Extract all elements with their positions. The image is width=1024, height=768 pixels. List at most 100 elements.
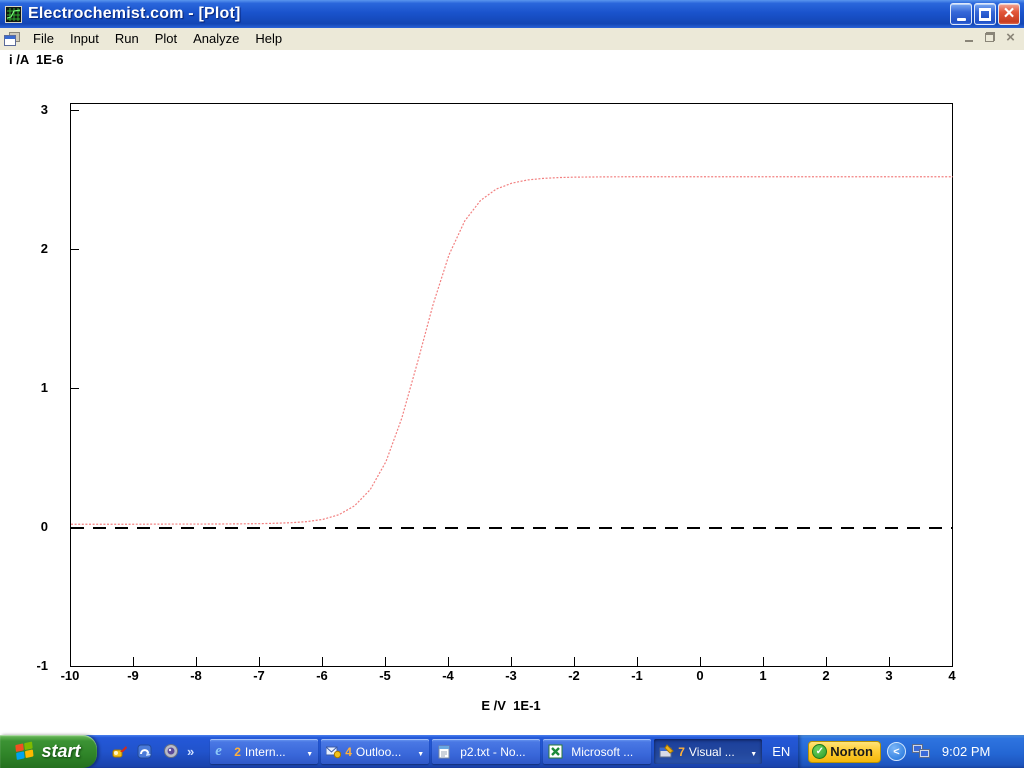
x-tick-label: -9 [127, 668, 139, 683]
windows-logo-icon [16, 741, 36, 762]
menu-bar: File Input Run Plot Analyze Help [0, 28, 1024, 50]
taskbar: start » e 2 Intern [0, 735, 1024, 768]
x-tick-mark [637, 657, 638, 666]
mdi-close-button[interactable] [1003, 30, 1018, 44]
y-tick-mark [71, 249, 79, 250]
y-tick-label: 2 [18, 241, 48, 256]
menu-file[interactable]: File [25, 29, 62, 49]
minimize-icon [965, 40, 973, 42]
restore-icon [985, 32, 995, 42]
menu-analyze[interactable]: Analyze [185, 29, 247, 49]
voltammogram-curve [70, 103, 953, 667]
taskbar-button-label: Outloo... [356, 745, 414, 759]
restore-icon [979, 9, 991, 20]
start-label: start [41, 741, 80, 762]
outlook-icon [326, 744, 341, 759]
visual-basic-icon [659, 744, 674, 759]
taskbar-button-notepad[interactable]: p2.txt - No... [432, 739, 540, 764]
x-tick-mark [133, 657, 134, 666]
x-tick-label: 0 [696, 668, 703, 683]
system-tray: ✓ Norton < 9:02 PM [798, 735, 1024, 768]
desktop-screen: Electrochemist.com - [Plot] File Input R… [0, 0, 1024, 768]
x-tick-label: -4 [442, 668, 454, 683]
quick-launch-bar: » [111, 743, 194, 760]
y-tick-mark [71, 388, 79, 389]
mdi-minimize-button[interactable] [961, 30, 976, 44]
group-count: 7 [678, 745, 685, 759]
taskbar-button-visual-group-active[interactable]: 7 Visual ... [654, 739, 762, 764]
minimize-button[interactable] [950, 3, 972, 25]
menu-run[interactable]: Run [107, 29, 147, 49]
menu-help[interactable]: Help [247, 29, 290, 49]
taskbar-button-label: Microsoft ... [571, 745, 646, 759]
close-button[interactable] [998, 3, 1020, 25]
x-tick-label: -2 [568, 668, 580, 683]
quick-launch-overflow-chevron-icon[interactable]: » [187, 744, 194, 759]
taskbar-button-label: Visual ... [689, 745, 747, 759]
taskbar-clock[interactable]: 9:02 PM [942, 744, 990, 759]
messenger-icon[interactable] [137, 743, 154, 760]
mdi-window-controls [961, 30, 1018, 44]
x-tick-label: -6 [316, 668, 328, 683]
language-indicator[interactable]: EN [772, 744, 790, 759]
x-tick-mark [511, 657, 512, 666]
x-tick-label: -3 [505, 668, 517, 683]
minimize-icon [957, 18, 966, 21]
dropdown-chevron-icon [417, 745, 424, 759]
task-buttons: e 2 Intern... 4 Outloo... [210, 739, 762, 764]
dropdown-chevron-icon [306, 745, 313, 759]
title-bar: Electrochemist.com - [Plot] [0, 0, 1024, 28]
window-title: Electrochemist.com - [Plot] [28, 5, 241, 23]
x-tick-mark [889, 657, 890, 666]
zero-current-dashed-line [71, 527, 952, 529]
x-tick-label: -1 [631, 668, 643, 683]
mdi-child-window-icon[interactable] [4, 32, 21, 47]
close-icon [1003, 4, 1014, 24]
x-tick-label: -10 [61, 668, 80, 683]
x-tick-label: -7 [253, 668, 265, 683]
start-button[interactable]: start [0, 735, 97, 768]
norton-label: Norton [830, 744, 873, 759]
tray-collapse-chevron-icon[interactable]: < [887, 742, 906, 761]
group-count: 4 [345, 745, 352, 759]
network-icon[interactable] [912, 744, 932, 760]
group-count: 2 [234, 745, 241, 759]
dropdown-chevron-icon [750, 745, 757, 759]
close-icon [1006, 30, 1015, 45]
x-tick-label: 2 [822, 668, 829, 683]
x-tick-mark [826, 657, 827, 666]
window-controls [950, 3, 1020, 25]
x-tick-label: -8 [190, 668, 202, 683]
norton-check-icon: ✓ [812, 744, 827, 759]
x-tick-label: 3 [885, 668, 892, 683]
x-tick-mark [196, 657, 197, 666]
x-tick-label: 4 [948, 668, 955, 683]
x-tick-mark [574, 657, 575, 666]
y-axis-title: i /A 1E-6 [9, 52, 63, 67]
menu-plot[interactable]: Plot [147, 29, 185, 49]
x-tick-mark [385, 657, 386, 666]
mdi-restore-button[interactable] [982, 30, 997, 44]
taskbar-button-label: Intern... [245, 745, 303, 759]
y-tick-mark [71, 110, 79, 111]
y-tick-label: -1 [18, 658, 48, 673]
x-tick-mark [322, 657, 323, 666]
internet-explorer-icon: e [215, 744, 230, 759]
x-axis-title: E /V 1E-1 [481, 698, 540, 713]
notepad-icon [437, 744, 452, 759]
x-tick-mark [700, 657, 701, 666]
plot-client-area: i /A 1E-6 -10-9-8-7-6-5-4-3-2-1012343210… [0, 50, 1024, 735]
y-tick-label: 0 [18, 519, 48, 534]
menu-input[interactable]: Input [62, 29, 107, 49]
taskbar-button-excel[interactable]: Microsoft ... [543, 739, 651, 764]
app-plot-icon [5, 6, 22, 23]
x-tick-label: -5 [379, 668, 391, 683]
x-tick-mark [448, 657, 449, 666]
norton-badge[interactable]: ✓ Norton [808, 741, 881, 763]
key-icon[interactable] [111, 743, 128, 760]
y-tick-label: 3 [18, 102, 48, 117]
taskbar-button-internet-explorer-group[interactable]: e 2 Intern... [210, 739, 318, 764]
taskbar-button-outlook-group[interactable]: 4 Outloo... [321, 739, 429, 764]
restore-button[interactable] [974, 3, 996, 25]
player-icon[interactable] [163, 743, 180, 760]
